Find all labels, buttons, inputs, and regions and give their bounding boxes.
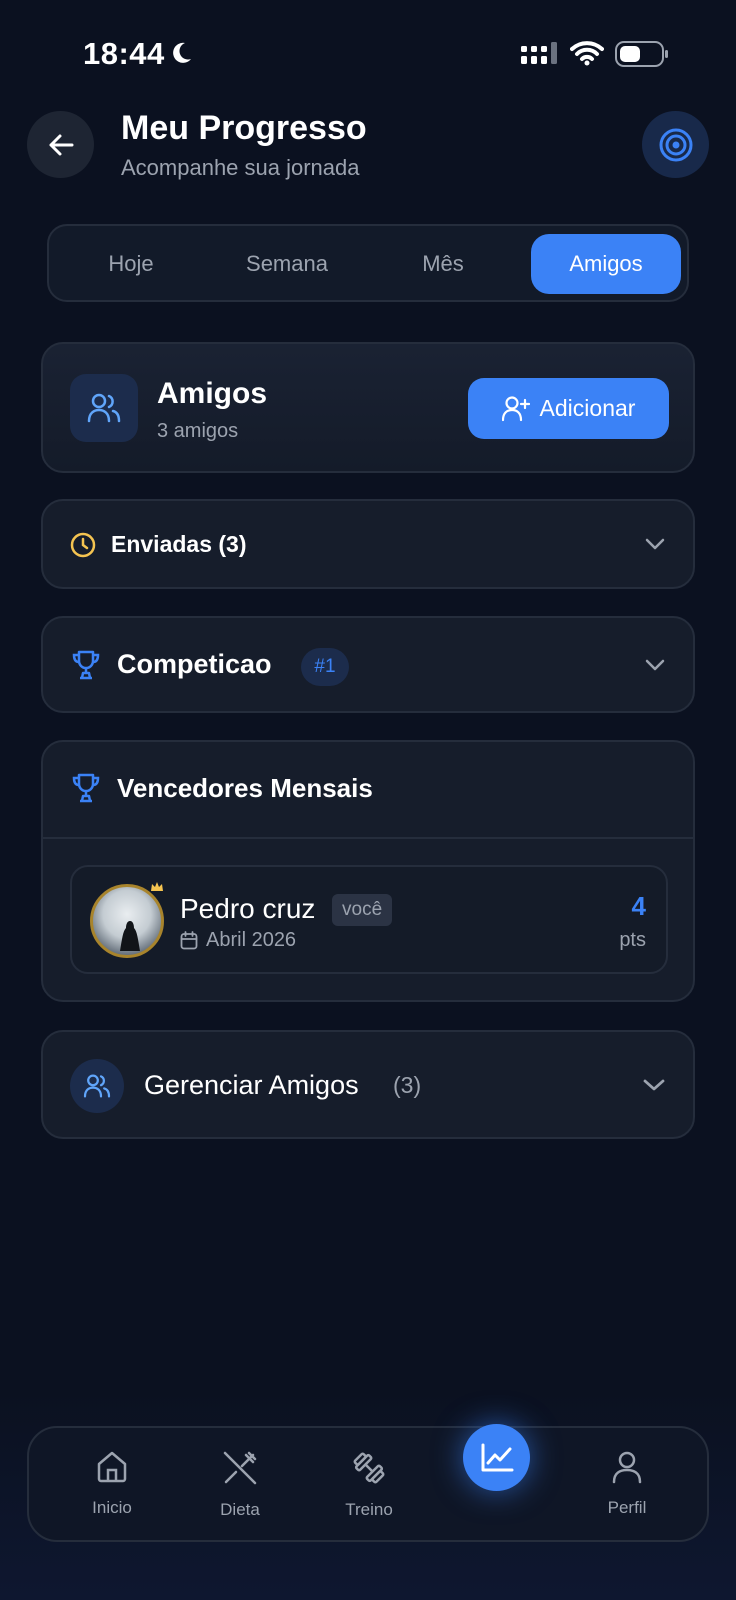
clock-icon bbox=[70, 532, 96, 558]
tab-mes[interactable]: Mês bbox=[369, 234, 517, 294]
chart-icon bbox=[481, 1443, 513, 1471]
manage-friends-label: Gerenciar Amigos bbox=[144, 1070, 359, 1100]
competition-section[interactable]: Competicao #1 bbox=[41, 616, 695, 713]
tab-amigos[interactable]: Amigos bbox=[531, 234, 681, 294]
signal-icon bbox=[521, 42, 557, 64]
competition-label: Competicao bbox=[117, 649, 272, 679]
nav-item-progress[interactable] bbox=[463, 1424, 530, 1491]
period-tabs: Hoje Semana Mês Amigos bbox=[47, 224, 689, 302]
nav-label-perfil: Perfil bbox=[607, 1498, 647, 1517]
back-button[interactable] bbox=[27, 111, 94, 178]
manage-friends-icon-box bbox=[70, 1059, 124, 1113]
winner-date-text: Abril 2026 bbox=[206, 929, 297, 951]
calendar-icon bbox=[180, 931, 198, 950]
winner-row[interactable]: Pedro cruz você Abril 2026 4 pts bbox=[70, 865, 668, 974]
dumbbell-icon bbox=[353, 1452, 385, 1484]
nav-label-inicio: Inicio bbox=[92, 1498, 132, 1517]
avatar-silhouette bbox=[120, 921, 140, 951]
add-friend-label: Adicionar bbox=[539, 395, 636, 421]
page-title: Meu Progresso bbox=[121, 109, 367, 147]
user-plus-icon bbox=[501, 395, 530, 421]
bottom-nav: Inicio Dieta Treino Perfil bbox=[27, 1426, 709, 1542]
add-friend-button[interactable]: Adicionar bbox=[468, 378, 669, 439]
trophy-icon bbox=[72, 773, 100, 803]
status-time: 18:44 bbox=[83, 36, 165, 71]
manage-friends-section[interactable]: Gerenciar Amigos (3) bbox=[41, 1030, 695, 1139]
utensils-icon bbox=[223, 1451, 257, 1485]
friends-count: 3 amigos bbox=[157, 420, 239, 442]
chevron-down-icon bbox=[643, 1079, 665, 1091]
winner-points: 4 bbox=[631, 891, 646, 921]
rank-badge: #1 bbox=[301, 648, 349, 686]
battery-icon bbox=[615, 41, 668, 67]
friends-summary-card: Amigos 3 amigos Adicionar bbox=[41, 342, 695, 473]
target-icon bbox=[659, 128, 692, 161]
winners-title: Vencedores Mensais bbox=[117, 773, 373, 803]
header: Meu Progresso Acompanhe sua jornada bbox=[0, 105, 736, 185]
users-icon bbox=[83, 1074, 111, 1098]
tab-hoje[interactable]: Hoje bbox=[57, 234, 205, 294]
divider bbox=[43, 837, 693, 839]
manage-friends-count: (3) bbox=[393, 1072, 422, 1098]
nav-item-inicio[interactable]: Inicio bbox=[62, 1450, 162, 1518]
monthly-winners-card: Vencedores Mensais Pedro cruz você Abril… bbox=[41, 740, 695, 1002]
page-subtitle: Acompanhe sua jornada bbox=[121, 155, 360, 180]
trophy-icon bbox=[72, 650, 100, 680]
winner-date: Abril 2026 bbox=[180, 929, 296, 952]
wifi-icon bbox=[570, 41, 604, 66]
friends-title: Amigos bbox=[157, 377, 268, 410]
arrow-left-icon bbox=[49, 134, 73, 155]
nav-item-treino[interactable]: Treino bbox=[319, 1450, 419, 1520]
moon-icon bbox=[173, 42, 191, 63]
friends-icon-box bbox=[70, 374, 138, 442]
users-icon bbox=[87, 393, 121, 423]
sent-requests-section[interactable]: Enviadas (3) bbox=[41, 499, 695, 589]
nav-label-dieta: Dieta bbox=[220, 1500, 260, 1519]
user-icon bbox=[612, 1451, 642, 1484]
chevron-down-icon bbox=[645, 538, 665, 550]
crown-icon bbox=[151, 882, 163, 891]
goals-button[interactable] bbox=[642, 111, 709, 178]
winner-points-label: pts bbox=[619, 929, 646, 951]
nav-label-treino: Treino bbox=[345, 1500, 393, 1519]
sent-requests-label: Enviadas (3) bbox=[111, 531, 247, 557]
winner-name: Pedro cruz bbox=[180, 893, 316, 924]
avatar bbox=[90, 884, 164, 958]
chevron-down-icon bbox=[645, 659, 665, 671]
you-badge: você bbox=[332, 894, 393, 926]
status-bar: 18:44 bbox=[0, 0, 736, 100]
home-icon bbox=[97, 1451, 127, 1483]
tab-semana[interactable]: Semana bbox=[213, 234, 361, 294]
nav-item-dieta[interactable]: Dieta bbox=[190, 1450, 290, 1520]
nav-item-perfil[interactable]: Perfil bbox=[577, 1450, 677, 1518]
